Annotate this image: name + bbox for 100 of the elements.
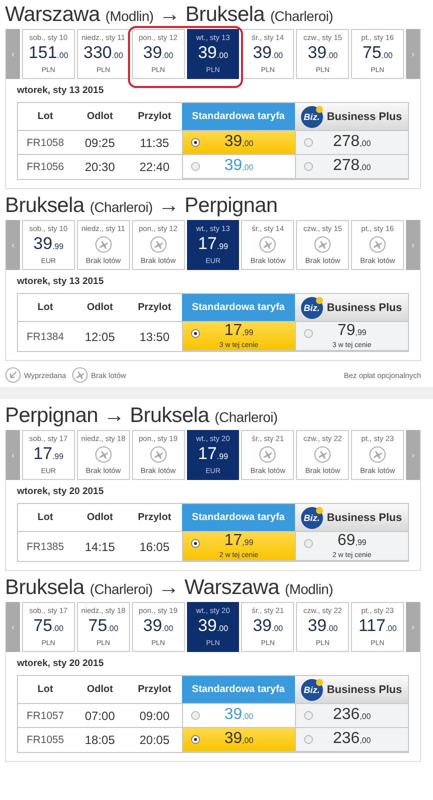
flight-number: FR1057 xyxy=(18,704,73,728)
header-label: Business Plus xyxy=(326,684,402,696)
price-text: 17.99 xyxy=(198,445,228,465)
price-text: 39.00 xyxy=(143,617,174,637)
arrow-circle-icon xyxy=(5,367,21,383)
plane-icon xyxy=(259,446,276,463)
price-text: 278,00 xyxy=(333,157,371,176)
column-header: Standardowa taryfa xyxy=(182,676,295,704)
radio-button[interactable] xyxy=(190,735,200,744)
header-label: Business Plus xyxy=(326,512,402,524)
arrival-time: 16:05 xyxy=(138,538,170,556)
departure-time: 18:05 xyxy=(84,732,116,749)
price-text: 117.00 xyxy=(358,617,397,637)
price-text: 236,00 xyxy=(333,730,371,749)
column-header: Odlot xyxy=(72,294,128,322)
column-header: Lot xyxy=(18,103,73,131)
plane-icon xyxy=(369,446,386,463)
date-heading: wtorek, sty 20 2015 xyxy=(17,657,105,671)
price-text: 39.00 xyxy=(198,617,228,637)
price-text: 39,00 xyxy=(224,157,254,176)
plane-icon xyxy=(94,236,112,253)
column-header: Odlot xyxy=(72,504,128,532)
price-text: 39.00 xyxy=(308,44,338,64)
plane-icon xyxy=(369,236,386,253)
price-text: 330.00 xyxy=(84,44,124,64)
route-title: Bruksela (Charleroi) → Warszawa (Modlin) xyxy=(5,575,334,601)
departure-time: 09:25 xyxy=(72,131,128,155)
price-text: 39.99 xyxy=(33,235,64,255)
plane-icon xyxy=(314,236,332,253)
fare-cell[interactable]: 39,00 xyxy=(182,728,295,752)
fare-cell[interactable]: 278,00 xyxy=(294,155,408,179)
biz-logo: Biz. xyxy=(300,678,323,700)
column-header: Lot xyxy=(18,504,73,532)
plane-icon xyxy=(259,236,276,253)
price-text: 69,99 xyxy=(337,532,366,551)
price-text: 17.99 xyxy=(198,235,228,255)
radio-button[interactable] xyxy=(304,138,313,147)
flight-number: FR1058 xyxy=(18,131,73,155)
radio-button[interactable] xyxy=(190,138,200,147)
departure-time: 20:30 xyxy=(84,159,116,176)
departure-time: 14:15 xyxy=(84,538,116,556)
column-header: Lot xyxy=(18,676,73,704)
route-title: Bruksela (Charleroi) → Perpignan xyxy=(5,193,278,219)
header-label: Business Plus xyxy=(326,110,402,122)
flight-number: FR1384 xyxy=(26,330,65,344)
fare-cell[interactable]: 278,00 xyxy=(294,131,408,155)
biz-logo: Biz. xyxy=(300,296,323,318)
fare-cell[interactable]: 236,00 xyxy=(294,704,408,728)
price-text: 39,00 xyxy=(224,133,254,152)
plane-icon xyxy=(314,446,332,463)
radio-button[interactable] xyxy=(304,329,313,338)
price-text: 278,00 xyxy=(333,133,371,152)
fare-cell[interactable]: 236,00 xyxy=(294,728,408,752)
plane-icon xyxy=(150,236,167,253)
route-title: Warszawa (Modlin) → Bruksela (Charleroi) xyxy=(5,2,334,28)
price-text: 39.00 xyxy=(198,44,228,64)
departure-time: 12:05 xyxy=(84,328,116,346)
price-text: 75.00 xyxy=(88,617,118,637)
date-heading: wtorek, sty 13 2015 xyxy=(17,275,105,289)
price-text: 17.99 xyxy=(33,445,64,465)
price-text: 39,00 xyxy=(224,706,254,725)
route-title: Perpignan → Bruksela (Charleroi) xyxy=(5,403,278,429)
arrival-time: 22:40 xyxy=(138,159,170,176)
flight-number: FR1056 xyxy=(26,160,65,175)
fare-cell[interactable]: 39,00 xyxy=(182,131,295,155)
column-header: Standardowa taryfa xyxy=(182,103,295,131)
price-text: 75.00 xyxy=(362,44,393,64)
biz-logo: Biz. xyxy=(300,106,323,128)
price-text: 39.00 xyxy=(252,617,283,637)
arrival-time: 20:05 xyxy=(138,732,170,749)
column-header: Lot xyxy=(18,294,73,322)
column-header: Standardowa taryfa xyxy=(182,504,295,532)
radio-button[interactable] xyxy=(190,329,200,338)
flight-number: FR1055 xyxy=(26,733,65,748)
price-text: 39.00 xyxy=(143,44,174,64)
price-text: 17,99 xyxy=(224,322,254,341)
price-text: 39,00 xyxy=(224,730,254,749)
price-text: 39.00 xyxy=(308,617,338,637)
plane-icon xyxy=(72,367,88,383)
radio-button[interactable] xyxy=(304,162,313,171)
plane-icon xyxy=(94,446,112,463)
radio-button[interactable] xyxy=(190,711,200,720)
radio-button[interactable] xyxy=(190,539,200,548)
departure-time: 07:00 xyxy=(72,704,128,728)
column-header: Standardowa taryfa xyxy=(182,294,295,322)
price-text: 79,99 xyxy=(337,322,366,341)
price-text: 151.00 xyxy=(28,44,68,64)
biz-logo: Biz. xyxy=(300,506,323,528)
arrival-time: 13:50 xyxy=(138,328,170,346)
column-header: Odlot xyxy=(72,103,128,131)
radio-button[interactable] xyxy=(304,539,313,548)
radio-button[interactable] xyxy=(304,735,313,744)
price-text: 17,99 xyxy=(224,532,254,551)
radio-button[interactable] xyxy=(304,711,313,720)
price-text: 236,00 xyxy=(333,706,371,725)
radio-button[interactable] xyxy=(190,162,200,171)
date-heading: wtorek, sty 13 2015 xyxy=(17,84,105,98)
plane-icon xyxy=(150,446,167,463)
price-text: 39.00 xyxy=(252,44,283,64)
column-header: Odlot xyxy=(72,676,128,704)
